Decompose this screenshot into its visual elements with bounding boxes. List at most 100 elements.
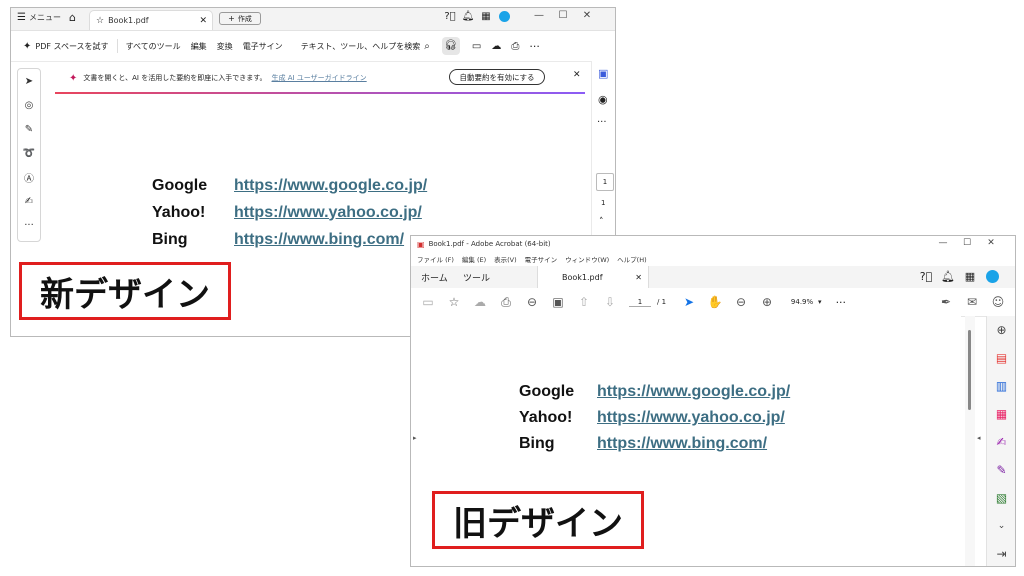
chevron-down-icon[interactable]: ⌄ xyxy=(987,512,1015,540)
upload-cloud-icon[interactable]: ☁ xyxy=(467,295,493,309)
menu-view[interactable]: 表示(V) xyxy=(494,254,517,264)
next-page-icon[interactable]: ⇩ xyxy=(597,295,623,309)
help-icon[interactable]: ?⃝ xyxy=(441,11,459,22)
search-field[interactable]: テキスト、ツール、ヘルプを検索 xyxy=(301,41,421,52)
site-url-link[interactable]: https://www.bing.com/ xyxy=(234,231,404,249)
close-tab-icon[interactable]: ✕ xyxy=(199,16,207,26)
page-number-input[interactable]: 1 xyxy=(629,298,651,307)
apps-grid-icon[interactable]: ▦ xyxy=(477,11,495,22)
share-user-icon[interactable]: ☺ xyxy=(985,295,1011,309)
comment-icon[interactable]: ◎ xyxy=(18,93,40,117)
headphones-icon[interactable]: 🎧︎ xyxy=(441,37,460,55)
organize-pages-icon[interactable]: ▦ xyxy=(987,400,1015,428)
prev-page-icon[interactable]: ⇧ xyxy=(571,295,597,309)
chevron-up-icon[interactable]: ˄ xyxy=(599,217,604,227)
divider xyxy=(116,39,118,53)
menu-file[interactable]: ファイル (F) xyxy=(417,254,454,264)
maximize-icon[interactable]: ☐ xyxy=(551,10,575,21)
save-icon[interactable]: ▭ xyxy=(415,295,441,309)
document-tab[interactable]: ☆ Book1.pdf ✕ xyxy=(89,10,213,30)
old-design-label: 旧デザイン xyxy=(432,491,644,549)
scrollbar-thumb[interactable] xyxy=(968,330,971,410)
print-icon[interactable]: ⎙ xyxy=(493,295,519,310)
email-icon[interactable]: ✉ xyxy=(959,295,985,309)
close-tab-icon[interactable]: ✕ xyxy=(635,273,642,282)
zoom-search-icon[interactable]: ⊕ xyxy=(987,316,1015,344)
print-icon[interactable]: ⎙ xyxy=(511,41,519,52)
export-pdf-icon[interactable]: ▥ xyxy=(987,372,1015,400)
ai-guideline-link[interactable]: 生成 AI ユーザーガイドライン xyxy=(272,73,367,83)
edit-button[interactable]: 編集 xyxy=(191,41,207,52)
site-url-link[interactable]: https://www.google.co.jp/ xyxy=(597,383,790,401)
more-options-icon[interactable]: ··· xyxy=(836,296,847,309)
vertical-scrollbar[interactable] xyxy=(965,316,975,566)
page-number-input[interactable]: 1 xyxy=(596,173,614,191)
tab-tools[interactable]: ツール xyxy=(463,271,523,284)
text-box-icon[interactable]: Ⓐ xyxy=(18,165,40,189)
search-icon[interactable]: ⌕ xyxy=(424,41,430,52)
star-icon[interactable]: ☆ xyxy=(441,295,467,309)
menu-edit[interactable]: 編集 (E) xyxy=(462,254,486,264)
zoom-out-search-icon[interactable]: ⊖ xyxy=(519,295,545,309)
ai-assistant-icon[interactable]: ▣ xyxy=(598,67,608,80)
zoom-out-icon[interactable]: ⊖ xyxy=(728,295,754,309)
close-window-icon[interactable]: ✕ xyxy=(575,10,599,21)
comment-bubble-icon[interactable]: ◉ xyxy=(598,93,608,106)
star-icon[interactable]: ☆ xyxy=(96,16,104,26)
site-url-link[interactable]: https://www.yahoo.co.jp/ xyxy=(234,204,422,222)
close-banner-icon[interactable]: ✕ xyxy=(573,70,581,80)
collapse-panel-icon[interactable]: ⇥ xyxy=(987,540,1015,566)
menu-help[interactable]: ヘルプ(H) xyxy=(617,254,646,264)
create-pdf-icon[interactable]: ▤ xyxy=(987,344,1015,372)
zoom-level[interactable]: 94.9% xyxy=(786,298,818,306)
enable-auto-summary-button[interactable]: 自動要約を有効にする xyxy=(449,69,545,85)
maximize-icon[interactable]: ☐ xyxy=(955,238,979,248)
save-icon[interactable]: ▭ xyxy=(472,41,481,52)
avatar[interactable] xyxy=(986,270,999,283)
chevron-down-icon[interactable]: ▾ xyxy=(818,298,822,306)
tab-document[interactable]: Book1.pdf ✕ xyxy=(537,266,649,288)
tab-home[interactable]: ホーム xyxy=(421,271,463,284)
esign-button[interactable]: 電子サイン xyxy=(243,41,283,52)
menu-button[interactable]: ☰ メニュー xyxy=(17,12,61,23)
select-cursor-icon[interactable]: ➤ xyxy=(18,69,40,93)
hand-tool-icon[interactable]: ✋ xyxy=(702,295,728,309)
minimize-icon[interactable]: — xyxy=(527,10,551,21)
bell-icon[interactable]: 🔔︎ xyxy=(937,270,959,283)
protect-pdf-icon[interactable]: ▧ xyxy=(987,484,1015,512)
plus-icon: + xyxy=(228,14,235,23)
apps-grid-icon[interactable]: ▦ xyxy=(959,270,981,283)
sign-pen-icon[interactable]: ✒ xyxy=(933,295,959,309)
site-url-link[interactable]: https://www.google.co.jp/ xyxy=(234,177,427,195)
convert-button[interactable]: 変換 xyxy=(217,41,233,52)
request-signature-icon[interactable]: ✍ xyxy=(987,428,1015,456)
highlight-pen-icon[interactable]: ✎ xyxy=(18,117,40,141)
pdf-spaces-label: PDF スペースを試す xyxy=(35,41,109,51)
avatar[interactable] xyxy=(499,11,510,22)
create-button[interactable]: + 作成 xyxy=(219,12,261,25)
zoom-in-icon[interactable]: ⊕ xyxy=(754,295,780,309)
snapshot-icon[interactable]: ▣ xyxy=(545,295,571,309)
menu-window[interactable]: ウィンドウ(W) xyxy=(565,254,609,264)
close-window-icon[interactable]: ✕ xyxy=(979,238,1003,248)
fill-sign-icon[interactable]: ✎ xyxy=(987,456,1015,484)
all-tools-button[interactable]: すべてのツール xyxy=(126,41,181,52)
more-panel-icon[interactable]: ··· xyxy=(597,117,607,128)
lasso-draw-icon[interactable]: ➰ xyxy=(18,141,40,165)
menu-esign[interactable]: 電子サイン xyxy=(525,254,558,264)
help-icon[interactable]: ?⃝ xyxy=(915,270,937,283)
link-row: Yahoo! https://www.yahoo.co.jp/ xyxy=(152,199,572,226)
expand-left-icon[interactable]: ▸ xyxy=(413,434,417,442)
bell-icon[interactable]: 🔔︎ xyxy=(459,11,477,22)
minimize-icon[interactable]: — xyxy=(931,238,955,248)
select-cursor-icon[interactable]: ➤ xyxy=(676,295,702,309)
collapse-right-panel-icon[interactable]: ◂ xyxy=(977,434,981,442)
site-url-link[interactable]: https://www.bing.com/ xyxy=(597,435,767,453)
more-options-icon[interactable]: ··· xyxy=(529,40,540,53)
pdf-spaces-button[interactable]: ✦ PDF スペースを試す xyxy=(23,41,109,52)
sign-icon[interactable]: ✍ xyxy=(18,189,40,213)
upload-cloud-icon[interactable]: ☁ xyxy=(491,41,501,52)
home-icon[interactable]: ⌂ xyxy=(69,11,76,24)
site-url-link[interactable]: https://www.yahoo.co.jp/ xyxy=(597,409,785,427)
more-tools-icon[interactable]: ··· xyxy=(18,213,40,237)
